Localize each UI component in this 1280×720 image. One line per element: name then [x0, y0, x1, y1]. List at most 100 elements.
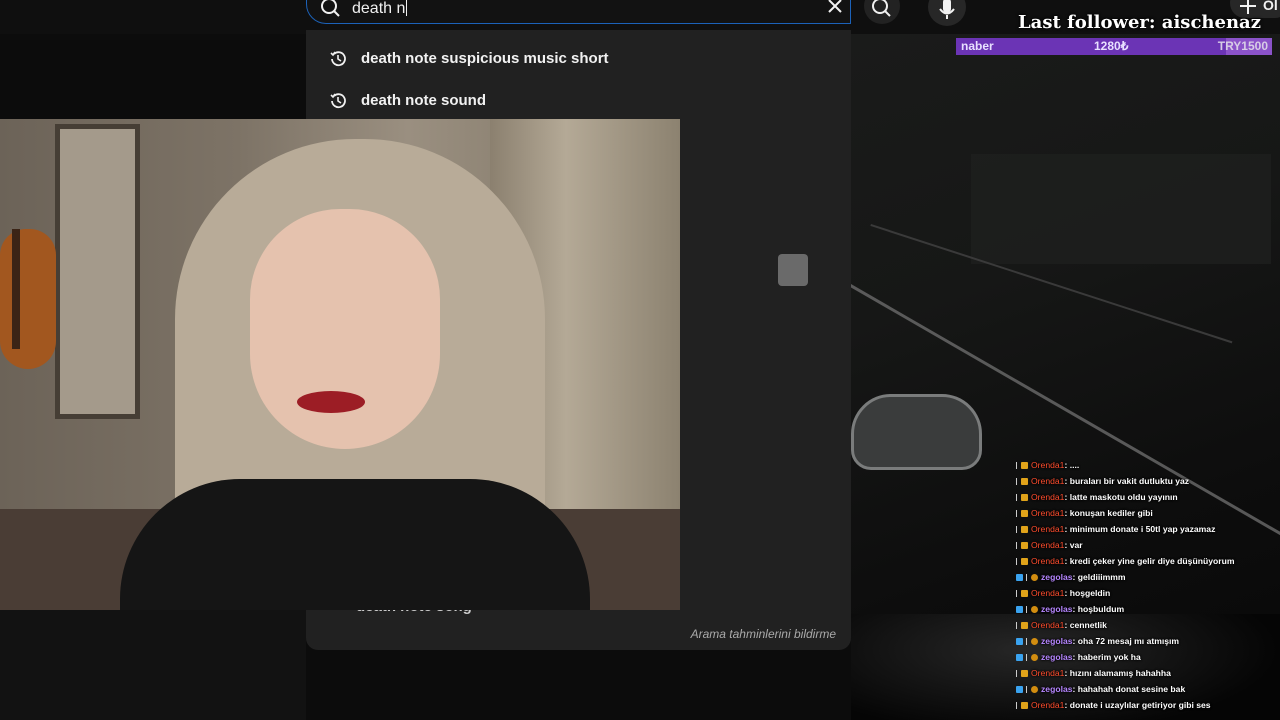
chat-overlay: Orenda1: .... Orenda1: buraları bir vakit… [1016, 460, 1276, 720]
mod-badge-icon [1021, 622, 1028, 629]
webcam-streamer-lips [297, 391, 365, 413]
bar-badge-icon [1016, 526, 1017, 533]
chat-message: zegolas: oha 72 mesaj mı atmışım [1016, 634, 1179, 648]
chat-message: Orenda1: latte maskotu oldu yayının [1016, 490, 1178, 504]
coin-badge-icon [1031, 654, 1038, 661]
chat-message: zegolas: haberim yok ha [1016, 650, 1141, 664]
emote-sticker [778, 254, 808, 286]
bar-badge-icon [1016, 478, 1017, 485]
bar-badge-icon [1016, 542, 1017, 549]
chat-message: Orenda1: .... [1016, 458, 1079, 472]
chat-text: : donate i uzaylılar getiriyor gibi ses [1064, 700, 1211, 710]
goal-amount: 1280₺ [1094, 39, 1129, 53]
chat-username: Orenda1 [1031, 508, 1065, 518]
goal-name: naber [961, 39, 994, 53]
bar-badge-icon [1016, 558, 1017, 565]
coin-badge-icon [1031, 638, 1038, 645]
scene-building [971, 154, 1271, 264]
report-predictions-link[interactable]: Arama tahminlerini bildirme [691, 627, 836, 641]
chat-text: : cennetlik [1064, 620, 1107, 630]
last-follower-overlay: Last follower: aischenaz [1018, 12, 1261, 33]
chat-username: zegolas [1041, 652, 1073, 662]
chat-message: zegolas: hoşbuldum [1016, 602, 1124, 616]
mod-badge-icon [1021, 558, 1028, 565]
search-icon [318, 0, 344, 19]
chat-text: : hızını alamamış hahahha [1064, 668, 1171, 678]
history-icon [330, 51, 346, 67]
webcam-mirror-frame [55, 124, 140, 419]
bar-badge-icon [1026, 638, 1027, 645]
bar-badge-icon [1016, 622, 1017, 629]
bar-badge-icon [1016, 494, 1017, 501]
mod-badge-icon [1021, 670, 1028, 677]
suggestion-label: death note suspicious music short [361, 50, 609, 67]
close-icon [828, 0, 842, 13]
sub-badge-icon [1016, 574, 1023, 581]
create-button-label: Ol [1263, 0, 1278, 13]
chat-username: zegolas [1041, 684, 1073, 694]
chat-username: Orenda1 [1031, 700, 1065, 710]
coin-badge-icon [1031, 574, 1038, 581]
chat-text: : haberim yok ha [1072, 652, 1141, 662]
clear-search-button[interactable] [823, 0, 847, 20]
webcam-streamer-body [120, 479, 590, 610]
webcam-guitar [0, 229, 56, 369]
bar-badge-icon [1016, 670, 1017, 677]
suggestion-item[interactable]: death note sound [306, 80, 851, 122]
chat-username: zegolas [1041, 636, 1073, 646]
chat-message: Orenda1: konuşan kediler gibi [1016, 506, 1153, 520]
mod-badge-icon [1021, 542, 1028, 549]
chat-text: : geldiiimmm [1072, 572, 1126, 582]
bar-badge-icon [1026, 574, 1027, 581]
chat-username: Orenda1 [1031, 524, 1065, 534]
chat-username: zegolas [1041, 572, 1073, 582]
chat-text: : hoşbuldum [1072, 604, 1125, 614]
background-dark-area [0, 610, 306, 720]
sub-badge-icon [1016, 606, 1023, 613]
chat-text: : oha 72 mesaj mı atmışım [1072, 636, 1180, 646]
text-caret [406, 0, 408, 16]
donation-goal-progress [956, 38, 1226, 55]
chat-message: Orenda1: var [1016, 538, 1083, 552]
chat-message: Orenda1: hızını alamamış hahahha [1016, 666, 1171, 680]
mod-badge-icon [1021, 702, 1028, 709]
chat-text: : konuşan kediler gibi [1064, 508, 1153, 518]
voice-search-button[interactable] [928, 0, 966, 26]
chat-message: Orenda1: minimum donate i 50tl yap yazam… [1016, 522, 1215, 536]
chat-username: Orenda1 [1031, 588, 1065, 598]
suggestion-item[interactable]: death note suspicious music short [306, 38, 851, 80]
webcam-streamer-face [250, 209, 440, 449]
chat-message: Orenda1: donate i uzaylılar getiriyor gi… [1016, 698, 1211, 712]
chat-text: : var [1064, 540, 1083, 550]
chat-username: Orenda1 [1031, 540, 1065, 550]
sub-badge-icon [1016, 686, 1023, 693]
scene-motorcycle-mirror [851, 394, 982, 470]
chat-username: Orenda1 [1031, 556, 1065, 566]
webcam-guitar-neck [12, 229, 20, 349]
coin-badge-icon [1031, 686, 1038, 693]
bar-badge-icon [1016, 510, 1017, 517]
chat-message: Orenda1: cennetlik [1016, 618, 1107, 632]
coin-badge-icon [1031, 606, 1038, 613]
donation-goal-bar: naber 1280₺ TRY1500 [956, 38, 1272, 55]
mod-badge-icon [1021, 478, 1028, 485]
chat-text: : .... [1064, 460, 1080, 470]
chat-username: Orenda1 [1031, 492, 1065, 502]
bar-badge-icon [1026, 654, 1027, 661]
chat-message: zegolas: geldiiimmm [1016, 570, 1126, 584]
chat-text: : kredi çeker yine gelir diye düşünüyoru… [1064, 556, 1235, 566]
search-button[interactable] [864, 0, 900, 24]
search-icon [872, 0, 891, 17]
chat-message: Orenda1: kredi çeker yine gelir diye düş… [1016, 554, 1234, 568]
history-icon [330, 93, 346, 109]
chat-text: : hoşgeldin [1064, 588, 1111, 598]
chat-username: Orenda1 [1031, 668, 1065, 678]
chat-text: : latte maskotu oldu yayının [1064, 492, 1178, 502]
mod-badge-icon [1021, 494, 1028, 501]
chat-message: zegolas: hahahah donat sesine bak [1016, 682, 1185, 696]
mod-badge-icon [1021, 526, 1028, 533]
suggestion-label: death note sound [361, 92, 486, 109]
sub-badge-icon [1016, 638, 1023, 645]
search-query-text[interactable]: death n [352, 0, 408, 19]
chat-message: Orenda1: buraları bir vakit dutluktu yaz [1016, 474, 1189, 488]
